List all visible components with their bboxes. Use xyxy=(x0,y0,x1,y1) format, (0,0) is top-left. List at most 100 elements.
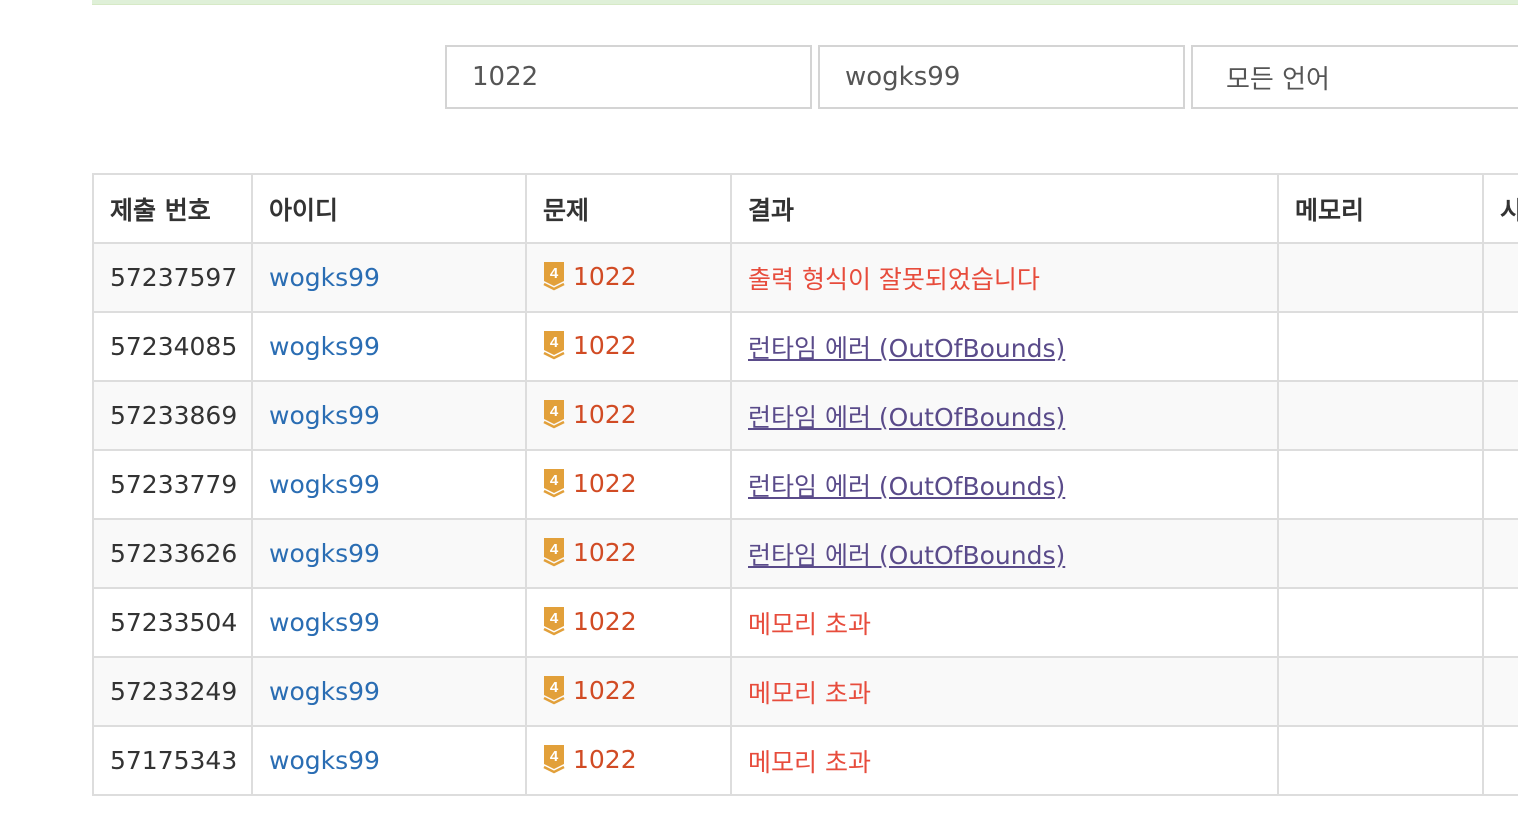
problem-link[interactable]: 1022 xyxy=(573,262,637,291)
svg-text:4: 4 xyxy=(550,541,559,558)
problem-link[interactable]: 1022 xyxy=(573,676,637,705)
table-header-row: 제출 번호 아이디 문제 결과 메모리 시 xyxy=(92,173,1518,244)
user-link[interactable]: wogks99 xyxy=(269,332,380,361)
time-cell xyxy=(1482,656,1518,727)
gold-tier-badge-icon: 4 xyxy=(543,399,565,429)
svg-text:4: 4 xyxy=(550,403,559,420)
gold-tier-badge-icon: 4 xyxy=(543,330,565,360)
memory-cell xyxy=(1277,449,1484,520)
problem-cell: 4 1022 xyxy=(525,656,732,727)
problem-cell: 4 1022 xyxy=(525,725,732,796)
submission-number: 57233626 xyxy=(92,518,253,589)
problem-link[interactable]: 1022 xyxy=(573,745,637,774)
language-value: 모든 언어 xyxy=(1226,64,1330,95)
svg-text:4: 4 xyxy=(550,748,559,765)
problem-cell: 4 1022 xyxy=(525,242,732,313)
header-submission: 제출 번호 xyxy=(92,173,253,244)
submission-number: 57233249 xyxy=(92,656,253,727)
time-cell xyxy=(1482,518,1518,589)
gold-tier-badge-icon: 4 xyxy=(543,261,565,291)
gold-tier-badge-icon: 4 xyxy=(543,744,565,774)
submission-number: 57234085 xyxy=(92,311,253,382)
problem-cell: 4 1022 xyxy=(525,518,732,589)
time-cell xyxy=(1482,587,1518,658)
svg-text:4: 4 xyxy=(550,610,559,627)
result-text: 메모리 초과 xyxy=(748,609,871,639)
result-cell: 메모리 초과 xyxy=(730,656,1279,727)
svg-text:4: 4 xyxy=(550,334,559,351)
time-cell xyxy=(1482,311,1518,382)
svg-text:4: 4 xyxy=(550,472,559,489)
header-user: 아이디 xyxy=(251,173,527,244)
user-link[interactable]: wogks99 xyxy=(269,539,380,568)
user-cell: wogks99 xyxy=(251,587,527,658)
result-cell: 런타임 에러 (OutOfBounds) xyxy=(730,449,1279,520)
problem-cell: 4 1022 xyxy=(525,587,732,658)
status-page: 1022 wogks99 모든 언어 제출 번호 아이디 문제 결과 메모리 5… xyxy=(0,0,1518,814)
user-cell: wogks99 xyxy=(251,311,527,382)
submission-number: 57237597 xyxy=(92,242,253,313)
problem-cell: 4 1022 xyxy=(525,380,732,451)
user-cell: wogks99 xyxy=(251,380,527,451)
problem-cell: 4 1022 xyxy=(525,311,732,382)
gold-tier-badge-icon: 4 xyxy=(543,606,565,636)
result-text[interactable]: 런타임 에러 (OutOfBounds) xyxy=(748,472,1065,501)
problem-link[interactable]: 1022 xyxy=(573,469,637,498)
result-cell: 런타임 에러 (OutOfBounds) xyxy=(730,518,1279,589)
time-cell xyxy=(1482,449,1518,520)
table-row: 57233504 wogks99 4 1022 메모리 초과 xyxy=(92,587,1518,658)
header-memory: 메모리 xyxy=(1277,173,1484,244)
result-text: 메모리 초과 xyxy=(748,747,871,777)
table-row: 57234085 wogks99 4 1022 런타임 에러 (OutOfBou… xyxy=(92,311,1518,382)
top-alert-band xyxy=(92,0,1518,5)
table-row: 57233249 wogks99 4 1022 메모리 초과 xyxy=(92,656,1518,727)
svg-text:4: 4 xyxy=(550,679,559,696)
table-row: 57175343 wogks99 4 1022 메모리 초과 xyxy=(92,725,1518,796)
problem-id-input[interactable]: 1022 xyxy=(445,45,812,109)
memory-cell xyxy=(1277,587,1484,658)
memory-cell xyxy=(1277,311,1484,382)
user-id-input[interactable]: wogks99 xyxy=(818,45,1185,109)
problem-cell: 4 1022 xyxy=(525,449,732,520)
submission-number: 57233504 xyxy=(92,587,253,658)
memory-cell xyxy=(1277,656,1484,727)
submission-number: 57233779 xyxy=(92,449,253,520)
time-cell xyxy=(1482,380,1518,451)
header-problem: 문제 xyxy=(525,173,732,244)
result-cell: 런타임 에러 (OutOfBounds) xyxy=(730,311,1279,382)
user-link[interactable]: wogks99 xyxy=(269,677,380,706)
user-link[interactable]: wogks99 xyxy=(269,746,380,775)
time-cell xyxy=(1482,242,1518,313)
language-select[interactable]: 모든 언어 xyxy=(1191,45,1518,109)
result-text[interactable]: 런타임 에러 (OutOfBounds) xyxy=(748,334,1065,363)
user-link[interactable]: wogks99 xyxy=(269,608,380,637)
memory-cell xyxy=(1277,380,1484,451)
result-cell: 메모리 초과 xyxy=(730,725,1279,796)
result-cell: 출력 형식이 잘못되었습니다 xyxy=(730,242,1279,313)
memory-cell xyxy=(1277,725,1484,796)
user-cell: wogks99 xyxy=(251,449,527,520)
time-cell xyxy=(1482,725,1518,796)
user-link[interactable]: wogks99 xyxy=(269,401,380,430)
problem-id-value: 1022 xyxy=(472,62,539,92)
header-time: 시 xyxy=(1482,173,1518,244)
svg-text:4: 4 xyxy=(550,265,559,282)
header-result: 결과 xyxy=(730,173,1279,244)
result-text[interactable]: 런타임 에러 (OutOfBounds) xyxy=(748,541,1065,570)
result-text[interactable]: 런타임 에러 (OutOfBounds) xyxy=(748,403,1065,432)
problem-link[interactable]: 1022 xyxy=(573,331,637,360)
problem-link[interactable]: 1022 xyxy=(573,400,637,429)
problem-link[interactable]: 1022 xyxy=(573,607,637,636)
result-cell: 런타임 에러 (OutOfBounds) xyxy=(730,380,1279,451)
user-cell: wogks99 xyxy=(251,518,527,589)
user-link[interactable]: wogks99 xyxy=(269,263,380,292)
memory-cell xyxy=(1277,518,1484,589)
user-link[interactable]: wogks99 xyxy=(269,470,380,499)
gold-tier-badge-icon: 4 xyxy=(543,468,565,498)
submission-table: 제출 번호 아이디 문제 결과 메모리 시 57237597 wogks99 4… xyxy=(92,173,1518,796)
user-cell: wogks99 xyxy=(251,725,527,796)
user-cell: wogks99 xyxy=(251,242,527,313)
user-cell: wogks99 xyxy=(251,656,527,727)
result-text: 출력 형식이 잘못되었습니다 xyxy=(748,264,1040,294)
problem-link[interactable]: 1022 xyxy=(573,538,637,567)
